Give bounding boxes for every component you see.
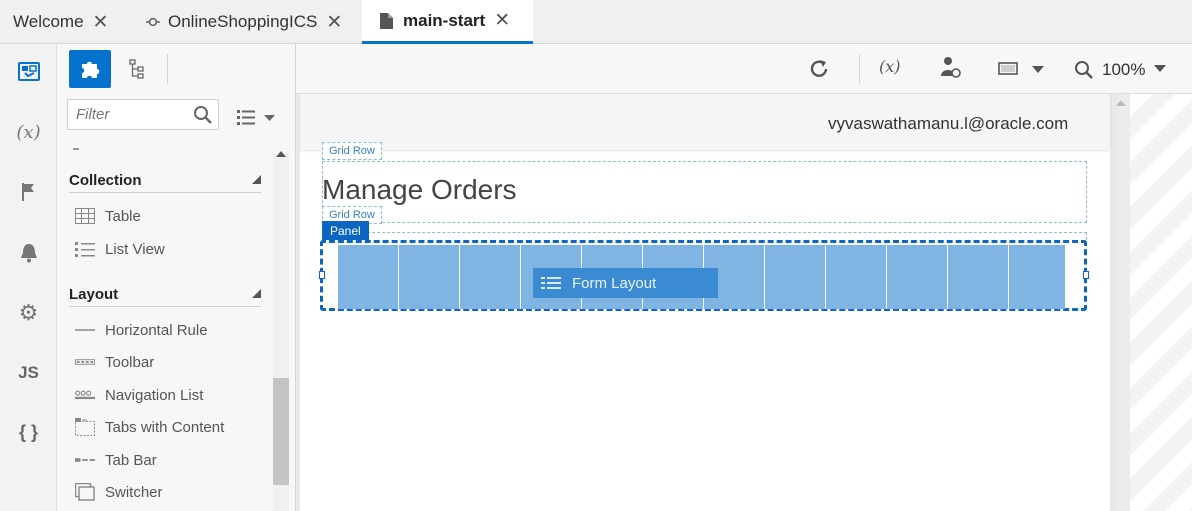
components-tab-button[interactable]: [69, 50, 111, 88]
canvas-out-of-bounds-area: [1130, 94, 1192, 511]
tab-label: OnlineShoppingICS: [168, 12, 318, 31]
tab-main-start[interactable]: main-start ✕: [362, 0, 533, 44]
scroll-up-arrow-icon[interactable]: [276, 150, 286, 158]
device-size-icon[interactable]: [998, 61, 1046, 77]
palette-item-horizontal-rule[interactable]: Horizontal Rule: [75, 318, 208, 342]
editor-tab-bar: Welcome ✕ OnlineShoppingICS ✕ main-start…: [0, 0, 1192, 44]
variables-glyph: (x): [879, 57, 901, 76]
navigation-list-icon: [75, 386, 95, 404]
puzzle-icon: [82, 61, 100, 78]
page-designer-icon[interactable]: [0, 52, 57, 92]
user-roles-icon[interactable]: [940, 56, 962, 80]
list-view-toggle-icon[interactable]: [237, 108, 277, 128]
palette-item-label: List View: [105, 240, 165, 258]
form-layout-label: Form Layout: [572, 274, 657, 292]
user-email[interactable]: vyvaswathamanu.l@oracle.com: [828, 114, 1068, 134]
component-palette: Collection Table List View Layout Horizo…: [57, 44, 296, 511]
tab-bar-icon: [75, 451, 95, 469]
palette-item-table[interactable]: Table: [75, 204, 141, 228]
palette-scrollbar-thumb[interactable]: [273, 378, 289, 485]
palette-item-label: Table: [105, 207, 141, 225]
palette-item-label: Horizontal Rule: [105, 321, 208, 339]
palette-item-label: Toolbar: [105, 353, 155, 371]
truncated-item-marker: [73, 148, 79, 150]
palette-item-tabs-with-content[interactable]: Tabs with Content: [75, 415, 224, 439]
page-heading[interactable]: Manage Orders: [322, 174, 517, 206]
variables-toolbar-icon[interactable]: (x): [879, 57, 901, 76]
zoom-level[interactable]: 100%: [1102, 60, 1145, 80]
form-layout-component[interactable]: Form Layout: [533, 268, 718, 298]
palette-item-label: Navigation List: [105, 386, 204, 404]
resize-handle-right[interactable]: [1083, 271, 1089, 279]
palette-item-navigation-list[interactable]: Navigation List: [75, 383, 203, 407]
list-view-icon: [75, 240, 95, 258]
variables-icon[interactable]: (x): [0, 112, 57, 152]
flag-icon[interactable]: [0, 172, 57, 212]
panel-tag[interactable]: Panel: [322, 221, 369, 240]
scroll-up-arrow-icon[interactable]: [1116, 99, 1126, 107]
design-canvas[interactable]: vyvaswathamanu.l@oracle.com Grid Row Man…: [296, 94, 1192, 511]
toolbar-divider: [167, 54, 168, 84]
structure-tab-button[interactable]: [117, 50, 159, 88]
zoom-icon[interactable]: [1074, 60, 1094, 80]
variables-glyph: (x): [16, 121, 41, 143]
form-layout-icon: [541, 277, 561, 289]
commit-icon: [146, 17, 160, 27]
tab-welcome[interactable]: Welcome ✕: [13, 0, 108, 44]
js-icon[interactable]: JS: [0, 353, 57, 393]
table-icon: [75, 207, 95, 225]
horizontal-rule-icon: [75, 321, 95, 339]
grid-row-tag[interactable]: Grid Row: [322, 142, 382, 160]
left-navigation-rail: (x) ⚙ JS { }: [0, 44, 57, 511]
palette-item-toolbar[interactable]: Toolbar: [75, 350, 154, 374]
tabs-icon: [75, 418, 95, 436]
collapse-triangle-icon[interactable]: [252, 175, 261, 184]
page-header: vyvaswathamanu.l@oracle.com: [300, 94, 1110, 150]
grid-row-outline: [322, 232, 1087, 240]
palette-item-label: Tab Bar: [105, 451, 157, 469]
palette-item-label: Switcher: [105, 483, 163, 501]
tab-label: Welcome: [13, 12, 84, 31]
json-icon[interactable]: { }: [0, 412, 57, 452]
gear-icon[interactable]: ⚙: [0, 293, 57, 333]
section-divider: [69, 192, 261, 193]
search-icon[interactable]: [193, 105, 213, 125]
toolbar-divider: [859, 54, 860, 84]
collapse-triangle-icon[interactable]: [252, 289, 261, 298]
section-title-layout: Layout: [69, 286, 119, 303]
refresh-icon[interactable]: [808, 58, 830, 80]
palette-item-tab-bar[interactable]: Tab Bar: [75, 448, 157, 472]
resize-handle-left[interactable]: [319, 271, 325, 279]
page-preview[interactable]: vyvaswathamanu.l@oracle.com Grid Row Man…: [300, 94, 1110, 511]
close-icon[interactable]: ✕: [326, 13, 342, 32]
structure-tree-icon: [129, 59, 144, 79]
switcher-icon: [75, 483, 95, 501]
canvas-scrollbar-track[interactable]: [1118, 94, 1130, 511]
close-icon[interactable]: ✕: [93, 13, 109, 32]
toolbar-icon: [75, 353, 95, 371]
file-icon: [380, 12, 393, 29]
json-glyph: { }: [18, 421, 38, 442]
section-divider: [69, 306, 261, 307]
palette-item-list-view[interactable]: List View: [75, 237, 165, 261]
tab-label: main-start: [403, 10, 486, 30]
selected-panel[interactable]: Form Layout: [319, 240, 1089, 311]
tab-onlineshoppingics[interactable]: OnlineShoppingICS ✕: [146, 0, 342, 44]
designer-toolbar: (x) 100%: [296, 44, 1192, 94]
chevron-down-icon[interactable]: [1153, 64, 1167, 74]
palette-item-switcher[interactable]: Switcher: [75, 480, 163, 504]
section-title-collection: Collection: [69, 172, 142, 189]
close-icon[interactable]: ✕: [494, 11, 510, 30]
palette-item-label: Tabs with Content: [105, 418, 225, 436]
js-glyph: JS: [18, 363, 39, 382]
panel-body: Form Layout: [338, 245, 1065, 309]
bell-icon[interactable]: [0, 233, 57, 273]
